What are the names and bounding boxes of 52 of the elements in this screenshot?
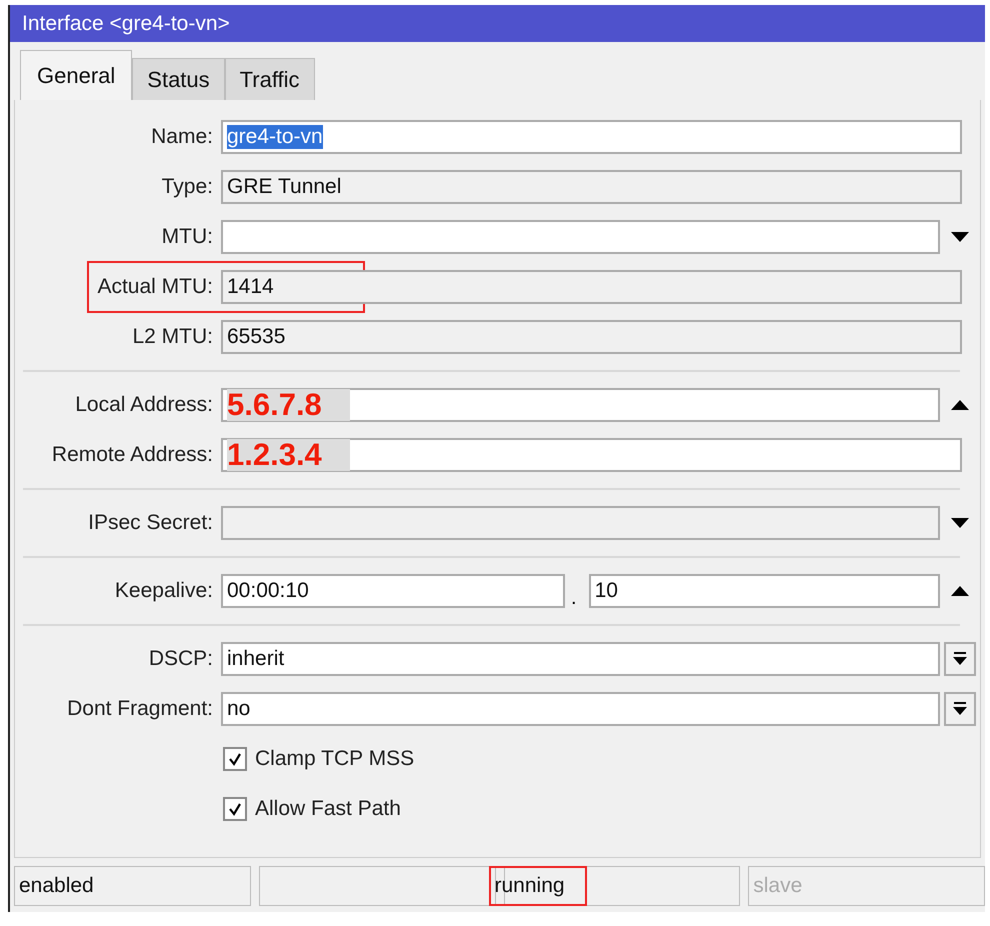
field-value: 10: [594, 579, 618, 603]
field-value: 5.6.7.8: [227, 389, 350, 421]
checkmark-icon: [228, 802, 242, 816]
collapse-icon[interactable]: [951, 586, 969, 596]
tab[interactable]: Traffic: [224, 58, 315, 100]
dropdown-button[interactable]: [944, 692, 976, 726]
input-field[interactable]: 65535: [221, 320, 962, 354]
field-value: 65535: [227, 325, 286, 349]
status-text: enabled: [19, 874, 94, 898]
input-field[interactable]: 1414: [221, 270, 962, 304]
dropdown-arrow-icon: [952, 702, 968, 716]
status-text: slave: [753, 874, 802, 898]
field-label: Remote Address:: [50, 443, 214, 467]
field-value: 1414: [227, 275, 274, 299]
checkbox[interactable]: [223, 747, 247, 771]
input-field[interactable]: 00:00:10: [221, 574, 565, 608]
checkmark-icon: [228, 752, 242, 766]
tab[interactable]: General: [20, 50, 132, 100]
input-field[interactable]: GRE Tunnel: [221, 170, 962, 204]
field-label: DSCP:: [148, 647, 214, 671]
field-label: Type:: [160, 175, 214, 199]
input-field[interactable]: no: [221, 692, 940, 726]
field-label: Keepalive:: [114, 579, 214, 603]
input-field[interactable]: 10: [588, 574, 940, 608]
checkbox[interactable]: [223, 797, 247, 821]
dropdown-button[interactable]: [944, 642, 976, 676]
field-label: Name:: [150, 125, 214, 149]
expand-icon[interactable]: [951, 232, 969, 242]
dropdown-arrow-icon: [952, 652, 968, 666]
field-value: gre4-to-vn: [227, 125, 323, 149]
field-value: GRE Tunnel: [227, 175, 342, 199]
field-label: L2 MTU:: [131, 325, 214, 349]
field-label: IPsec Secret:: [87, 511, 214, 535]
field-value: 00:00:10: [227, 579, 309, 603]
checkbox-label: Allow Fast Path: [255, 797, 401, 821]
field-label: Local Address:: [74, 393, 214, 417]
field-value: 1.2.3.4: [227, 439, 350, 471]
checkbox-label: Clamp TCP MSS: [255, 747, 414, 771]
input-field[interactable]: inherit: [221, 642, 940, 676]
input-field[interactable]: [221, 220, 940, 254]
field-value: inherit: [227, 647, 284, 671]
tab[interactable]: Status: [132, 58, 225, 100]
field-separator: .: [571, 587, 577, 611]
field-value: no: [227, 697, 250, 721]
collapse-icon[interactable]: [951, 400, 969, 410]
status-text: running: [490, 868, 585, 904]
input-field[interactable]: [221, 506, 940, 540]
field-label: MTU:: [160, 225, 214, 249]
expand-icon[interactable]: [951, 518, 969, 528]
field-label: Dont Fragment:: [66, 697, 214, 721]
window-title: Interface <gre4-to-vn>: [10, 5, 985, 42]
input-field[interactable]: gre4-to-vn: [221, 120, 962, 154]
